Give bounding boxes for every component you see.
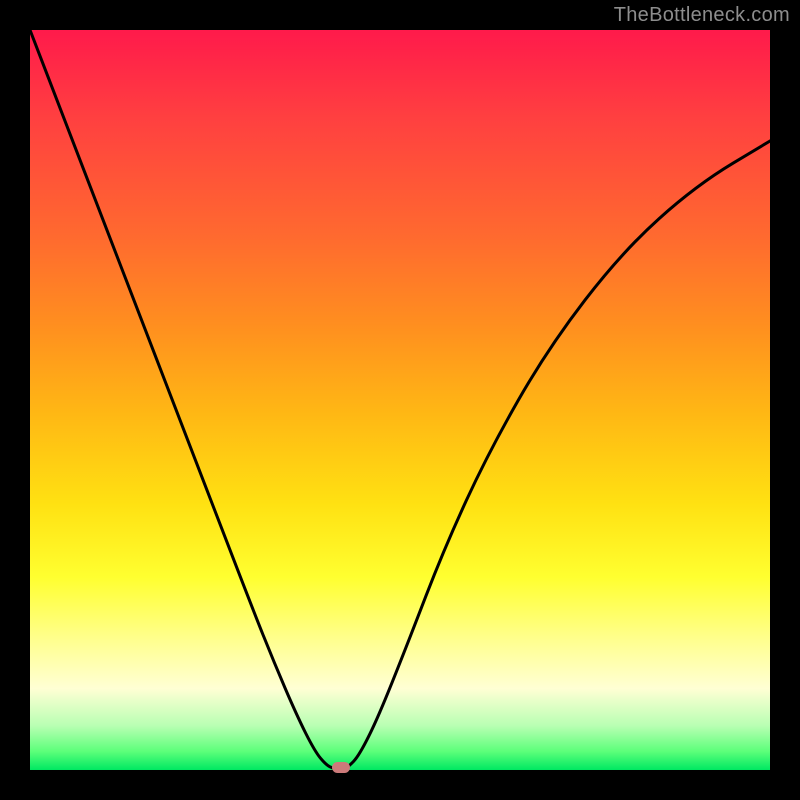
- chart-frame: TheBottleneck.com: [0, 0, 800, 800]
- plot-area: [30, 30, 770, 770]
- watermark-label: TheBottleneck.com: [614, 4, 790, 27]
- bottleneck-curve: [30, 30, 770, 770]
- optimal-point-marker: [332, 762, 350, 773]
